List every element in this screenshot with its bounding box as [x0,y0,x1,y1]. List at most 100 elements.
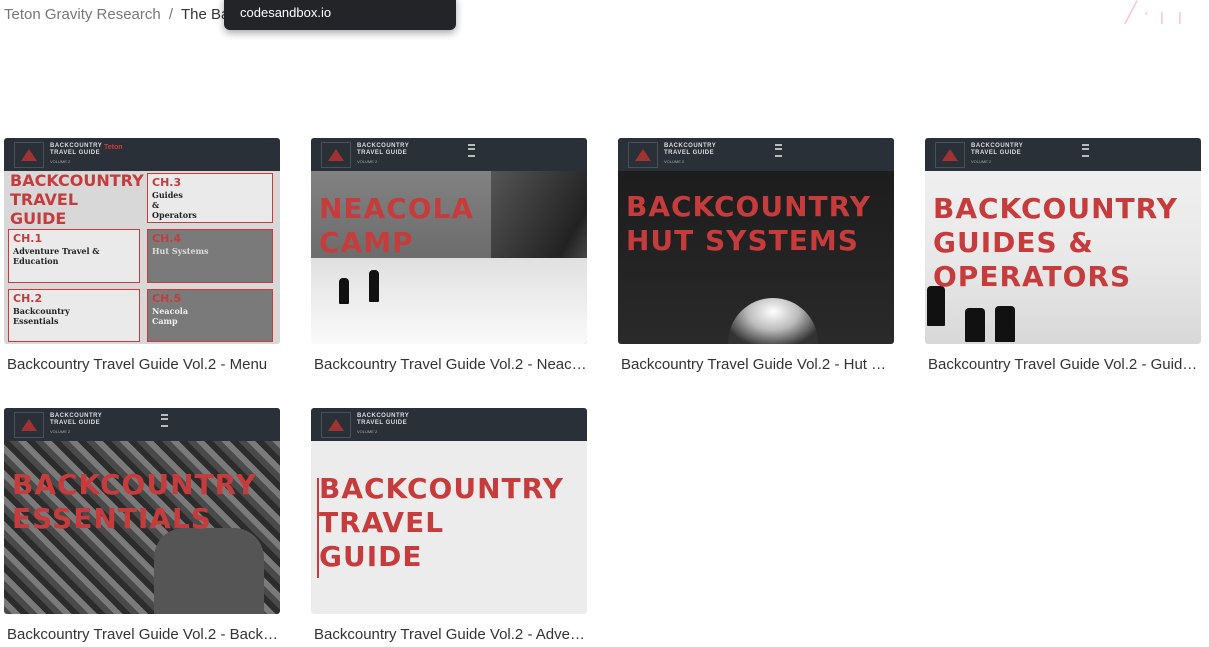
ch2-sub: Backcountry Essentials [13,306,70,326]
menu-cell-ch2[interactable]: CH.2 Backcountry Essentials [8,289,140,342]
logo-line2: TRAVEL GUIDE [50,150,101,156]
logo-line1: BACKCOUNTRY [357,413,410,419]
card-thumbnail[interactable]: BACKCOUNTRY TRAVEL GUIDE VOLUME 2 BACKCOU… [618,138,894,344]
brand-small: Teton [104,144,123,151]
menu-cell-ch1[interactable]: CH.1 Adventure Travel & Education [8,229,140,283]
ch5-sub: Neacola Camp [152,306,189,326]
logo-line2: TRAVEL GUIDE [357,420,408,426]
menu-big-title-3: GUIDE [10,209,67,228]
card-thumbnail[interactable]: BACKCOUNTRY TRAVEL GUIDE VOLUME 2 BACKCOU… [311,408,587,614]
thumb-title: BACKCOUNTRY ESSENTIALS [12,468,257,536]
logo-sub: VOLUME 2 [50,429,71,434]
breadcrumb-separator: / [168,6,174,23]
ch5-title: CH.5 [152,292,182,305]
climber-figure [995,306,1015,342]
thumb-title-2: GUIDES & [933,226,1094,259]
hut-dome-image [728,298,818,344]
thumb-title-1: BACKCOUNTRY [933,192,1178,225]
menu-icon [468,144,475,157]
menu-cell-ch5[interactable]: CH.5 Neacola Camp [147,289,273,342]
card-thumbnail[interactable]: BACKCOUNTRY TRAVEL GUIDE VOLUME 2 Teton B… [4,138,280,344]
thumb-title-1: NEACOLA [319,192,475,225]
card-caption[interactable]: Backcountry Travel Guide Vol.2 - Guides … [925,356,1201,373]
thumb-title: BACKCOUNTRY HUT SYSTEMS [626,190,871,258]
logo-line2: TRAVEL GUIDE [357,150,408,156]
ch3-sub: Guides & Operators [152,190,197,220]
ch1-sub: Adventure Travel & Education [13,246,100,266]
project-card-adventure[interactable]: BACKCOUNTRY TRAVEL GUIDE VOLUME 2 BACKCOU… [311,408,587,643]
thumb-header: BACKCOUNTRY TRAVEL GUIDE VOLUME 2 [618,138,894,171]
thumb-header: BACKCOUNTRY TRAVEL GUIDE VOLUME 2 [311,408,587,441]
thumb-header: BACKCOUNTRY TRAVEL GUIDE VOLUME 2 Teton [4,138,280,171]
climber-figure [369,270,379,302]
menu-big-title-1: BACKCOUNTRY [10,171,144,190]
menu-icon [1082,144,1089,157]
thumb-title-2: HUT SYSTEMS [626,224,859,257]
menu-icon [161,414,168,427]
corner-decoration: ╱·╷╷ [1125,2,1192,24]
ch4-sub: Hut Systems [152,246,209,256]
project-card-menu[interactable]: BACKCOUNTRY TRAVEL GUIDE VOLUME 2 Teton B… [4,138,280,373]
card-thumbnail[interactable]: BACKCOUNTRY TRAVEL GUIDE VOLUME 2 BACKCOU… [4,408,280,614]
logo-line1: BACKCOUNTRY [50,413,103,419]
logo-sub: VOLUME 2 [50,159,71,164]
menu-cell-ch3[interactable]: CH.3 Guides & Operators [147,173,273,223]
mountain-logo-icon [935,142,965,168]
ch4-title: CH.4 [152,232,182,245]
menu-cell-ch4[interactable]: CH.4 Hut Systems [147,229,273,283]
ch3-title: CH.3 [152,176,182,189]
thumb-title-1: BACKCOUNTRY [12,468,257,501]
thumb-title-2: TRAVEL [319,506,445,539]
thumb-header: BACKCOUNTRY TRAVEL GUIDE VOLUME 2 [4,408,280,441]
project-card-neacola[interactable]: BACKCOUNTRY TRAVEL GUIDE VOLUME 2 NEACOLA… [311,138,587,373]
climber-figure [339,278,349,304]
card-caption[interactable]: Backcountry Travel Guide Vol.2 - Neacol.… [311,356,587,373]
thumb-header: BACKCOUNTRY TRAVEL GUIDE VOLUME 2 [925,138,1201,171]
logo-sub: VOLUME 2 [664,159,685,164]
mountain-logo-icon [628,142,658,168]
mountain-logo-icon [321,412,351,438]
tooltip-text: codesandbox.io [240,5,332,20]
logo-line1: BACKCOUNTRY [971,143,1024,149]
card-thumbnail[interactable]: BACKCOUNTRY TRAVEL GUIDE VOLUME 2 BACKCOU… [925,138,1201,344]
thumb-title-3: OPERATORS [933,260,1132,293]
thumb-title: NEACOLA CAMP [319,192,474,260]
project-card-essentials[interactable]: BACKCOUNTRY TRAVEL GUIDE VOLUME 2 BACKCOU… [4,408,280,643]
logo-line2: TRAVEL GUIDE [664,150,715,156]
climber-figure [965,308,985,342]
card-caption[interactable]: Backcountry Travel Guide Vol.2 - Menu [4,356,280,373]
backpack-image [154,528,264,614]
logo-line1: BACKCOUNTRY [664,143,717,149]
ch1-title: CH.1 [13,232,43,245]
breadcrumb: Teton Gravity Research / The Backc [4,6,252,23]
breadcrumb-parent-link[interactable]: Teton Gravity Research [4,6,161,23]
thumb-title-2: ESSENTIALS [12,502,212,535]
card-thumbnail[interactable]: BACKCOUNTRY TRAVEL GUIDE VOLUME 2 NEACOLA… [311,138,587,344]
thumb-header: BACKCOUNTRY TRAVEL GUIDE VOLUME 2 [311,138,587,171]
menu-big-title: BACKCOUNTRY TRAVEL GUIDE [10,171,144,228]
menu-big-title-2: TRAVEL [10,190,79,209]
mountain-logo-icon [321,142,351,168]
card-caption[interactable]: Backcountry Travel Guide Vol.2 - Hut Sys… [618,356,894,373]
project-card-hut-systems[interactable]: BACKCOUNTRY TRAVEL GUIDE VOLUME 2 BACKCOU… [618,138,894,373]
logo-sub: VOLUME 2 [357,159,378,164]
logo-sub: VOLUME 2 [357,429,378,434]
menu-grid: BACKCOUNTRY TRAVEL GUIDE CH.3 Guides & O… [4,171,280,344]
mountain-logo-icon [14,142,44,168]
ch2-title: CH.2 [13,292,43,305]
url-tooltip: codesandbox.io [224,0,456,30]
card-caption[interactable]: Backcountry Travel Guide Vol.2 - Backco.… [4,626,280,643]
snow-image [311,258,587,344]
logo-line1: BACKCOUNTRY [357,143,410,149]
logo-line2: TRAVEL GUIDE [971,150,1022,156]
thumb-title-3: GUIDE [319,540,423,573]
project-card-guides[interactable]: BACKCOUNTRY TRAVEL GUIDE VOLUME 2 BACKCOU… [925,138,1201,373]
thumb-title-1: BACKCOUNTRY [626,190,871,223]
logo-line1: BACKCOUNTRY [50,143,103,149]
logo-line2: TRAVEL GUIDE [50,420,101,426]
card-caption[interactable]: Backcountry Travel Guide Vol.2 - Advent.… [311,626,587,643]
menu-icon [775,144,782,157]
logo-sub: VOLUME 2 [971,159,992,164]
mountain-logo-icon [14,412,44,438]
thumb-title: BACKCOUNTRY GUIDES & OPERATORS [933,192,1178,294]
